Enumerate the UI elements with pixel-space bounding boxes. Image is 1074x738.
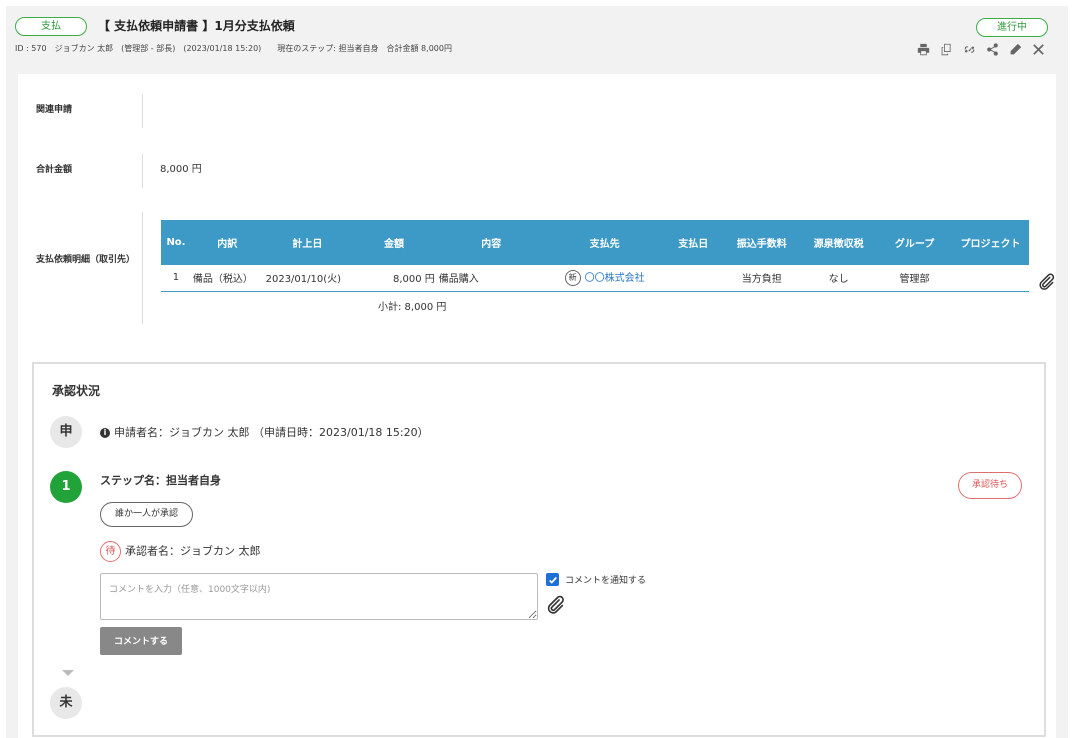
pencil-icon[interactable] xyxy=(1006,40,1024,58)
request-header: 支払 【 支払依頼申請書 】1月分支払依頼 進行中 ID : 570 ジョブカン… xyxy=(6,6,1068,68)
cell-withholding: なし xyxy=(828,274,849,286)
approval-rule-badge: 誰か一人が承認 xyxy=(100,502,193,527)
cell-date: 2023/01/10(火) xyxy=(265,274,342,286)
attachment-icon[interactable] xyxy=(1036,272,1056,292)
payment-details-label: 支払依頼明細（取引先） xyxy=(36,255,136,265)
pending-step-circle: 未 xyxy=(50,687,82,719)
link-icon[interactable] xyxy=(960,40,978,58)
awaiting-approval-badge: 承認待ち xyxy=(958,472,1022,499)
cell-pay-date xyxy=(663,265,723,291)
chevron-down-icon xyxy=(62,670,74,676)
table-header-row: No. 内訳 計上日 金額 内容 支払先 支払日 振込手数料 源泉徴収税 グルー… xyxy=(161,220,1029,265)
total-amount-value: 8,000 円 xyxy=(160,164,202,175)
waiting-badge: 待 xyxy=(100,541,121,562)
field-divider xyxy=(142,212,143,324)
cell-breakdown: 備品（税込） xyxy=(192,274,253,286)
cell-no: 1 xyxy=(172,272,180,284)
cell-payee: 新〇〇株式会社 xyxy=(546,265,664,291)
column-header: 支払日 xyxy=(663,220,724,265)
column-header: 金額 xyxy=(351,220,437,265)
step-name: ステップ名：担当者自身 xyxy=(100,474,221,487)
column-header: No. xyxy=(161,220,191,265)
close-icon[interactable] xyxy=(1029,40,1047,58)
notify-comment-label: コメントを通知する xyxy=(565,576,647,586)
cell-content: 備品購入 xyxy=(438,274,479,286)
header-toolbar xyxy=(914,40,1047,58)
info-icon: i xyxy=(100,428,110,438)
comment-button[interactable]: コメントする xyxy=(100,627,182,655)
approval-status-panel: 承認状況 申 i 申請者名：ジョブカン 太郎 （申請日時：2023/01/18 1… xyxy=(32,362,1046,737)
page-title: 【 支払依頼申請書 】1月分支払依頼 xyxy=(98,19,295,33)
field-divider xyxy=(142,94,143,128)
comment-input[interactable] xyxy=(100,573,538,620)
column-header: グループ xyxy=(877,220,952,265)
cell-amount: 8,000 円 xyxy=(392,274,435,286)
approval-status-title: 承認状況 xyxy=(52,384,101,398)
field-divider xyxy=(142,154,143,188)
column-header: 計上日 xyxy=(263,220,352,265)
subtotal-text: 小計: 8,000 円 xyxy=(378,302,447,313)
column-header: 支払先 xyxy=(545,220,664,265)
applicant-step-circle: 申 xyxy=(50,416,82,448)
table-row: 1 備品（税込） 2023/01/10(火) 8,000 円 備品購入 新〇〇株… xyxy=(161,265,1029,291)
status-badge: 進行中 xyxy=(976,18,1048,37)
payee-link[interactable]: 〇〇株式会社 xyxy=(585,273,645,284)
print-icon[interactable] xyxy=(914,40,932,58)
applicant-info: i 申請者名：ジョブカン 太郎 （申請日時：2023/01/18 15:20） xyxy=(100,424,429,440)
copy-icon[interactable] xyxy=(937,40,955,58)
column-header: プロジェクト xyxy=(951,220,1029,265)
approver-text: 承認者名：ジョブカン 太郎 xyxy=(125,544,261,558)
step-number-circle: 1 xyxy=(50,471,82,503)
total-amount-label: 合計金額 xyxy=(36,165,73,175)
cell-group: 管理部 xyxy=(899,274,930,286)
approver-info: 待承認者名：ジョブカン 太郎 xyxy=(100,541,261,562)
cell-fee: 当方負担 xyxy=(741,274,782,286)
request-type-badge: 支払 xyxy=(15,17,87,36)
notify-comment-checkbox[interactable] xyxy=(546,573,559,586)
payment-details-table: No. 内訳 計上日 金額 内容 支払先 支払日 振込手数料 源泉徴収税 グルー… xyxy=(161,220,1029,292)
notify-comment-row[interactable]: コメントを通知する xyxy=(546,573,646,586)
column-header: 内容 xyxy=(436,220,546,265)
new-payee-badge: 新 xyxy=(564,270,581,287)
share-icon[interactable] xyxy=(983,40,1001,58)
request-meta: ID : 570 ジョブカン 太郎 (管理部 - 部長) (2023/01/18… xyxy=(15,44,452,53)
column-header: 源泉徴収税 xyxy=(800,220,878,265)
related-requests-label: 関連申請 xyxy=(36,105,73,115)
paperclip-icon[interactable] xyxy=(544,594,566,616)
column-header: 内訳 xyxy=(190,220,264,265)
request-detail-frame: 支払 【 支払依頼申請書 】1月分支払依頼 進行中 ID : 570 ジョブカン… xyxy=(6,6,1068,738)
cell-project xyxy=(952,265,1029,291)
column-header: 振込手数料 xyxy=(723,220,801,265)
applicant-text: 申請者名：ジョブカン 太郎 （申請日時：2023/01/18 15:20） xyxy=(114,426,429,439)
